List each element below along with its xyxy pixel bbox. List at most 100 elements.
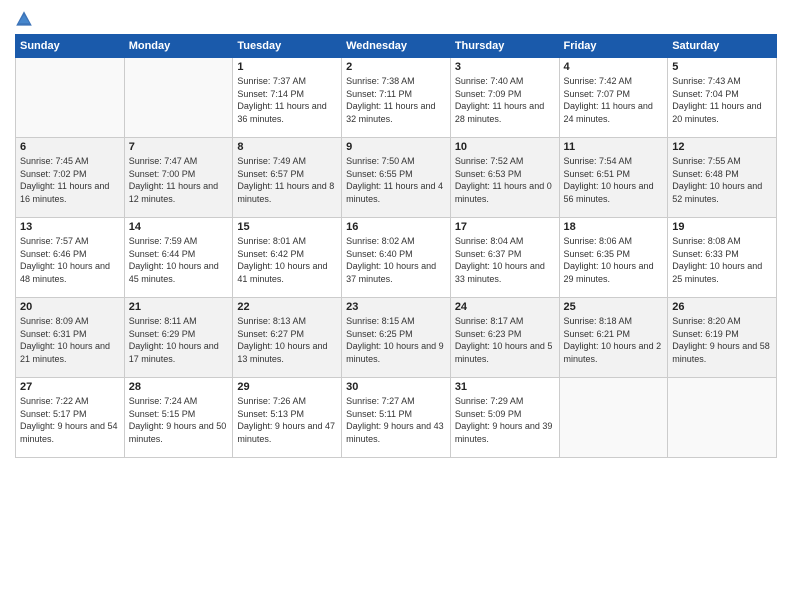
day-number: 14 (129, 221, 229, 233)
day-info: Sunrise: 8:11 AMSunset: 6:29 PMDaylight:… (129, 315, 229, 365)
calendar-cell: 30 Sunrise: 7:27 AMSunset: 5:11 PMDayligh… (342, 378, 451, 458)
day-number: 12 (672, 141, 772, 153)
day-info: Sunrise: 8:09 AMSunset: 6:31 PMDaylight:… (20, 315, 120, 365)
calendar-cell: 14 Sunrise: 7:59 AMSunset: 6:44 PMDayligh… (124, 218, 233, 298)
day-info: Sunrise: 7:55 AMSunset: 6:48 PMDaylight:… (672, 155, 772, 205)
day-number: 2 (346, 61, 446, 73)
calendar-table: SundayMondayTuesdayWednesdayThursdayFrid… (15, 34, 777, 458)
calendar-cell: 19 Sunrise: 8:08 AMSunset: 6:33 PMDayligh… (668, 218, 777, 298)
calendar-cell: 3 Sunrise: 7:40 AMSunset: 7:09 PMDaylight… (450, 58, 559, 138)
day-info: Sunrise: 7:22 AMSunset: 5:17 PMDaylight:… (20, 395, 120, 445)
day-number: 15 (237, 221, 337, 233)
day-info: Sunrise: 7:59 AMSunset: 6:44 PMDaylight:… (129, 235, 229, 285)
calendar-week-row: 1 Sunrise: 7:37 AMSunset: 7:14 PMDaylight… (16, 58, 777, 138)
day-header-wednesday: Wednesday (342, 35, 451, 58)
day-number: 31 (455, 381, 555, 393)
day-info: Sunrise: 8:18 AMSunset: 6:21 PMDaylight:… (564, 315, 664, 365)
day-number: 20 (20, 301, 120, 313)
day-info: Sunrise: 7:45 AMSunset: 7:02 PMDaylight:… (20, 155, 120, 205)
calendar-cell: 24 Sunrise: 8:17 AMSunset: 6:23 PMDayligh… (450, 298, 559, 378)
calendar-cell: 18 Sunrise: 8:06 AMSunset: 6:35 PMDayligh… (559, 218, 668, 298)
day-info: Sunrise: 8:01 AMSunset: 6:42 PMDaylight:… (237, 235, 337, 285)
calendar-cell: 10Sunrise: 7:52 AMSunset: 6:53 PMDayligh… (450, 138, 559, 218)
day-number: 19 (672, 221, 772, 233)
day-info: Sunrise: 8:20 AMSunset: 6:19 PMDaylight:… (672, 315, 772, 365)
day-info: Sunrise: 7:49 AMSunset: 6:57 PMDaylight:… (237, 155, 337, 205)
day-number: 6 (20, 141, 120, 153)
day-number: 11 (564, 141, 664, 153)
day-info: Sunrise: 8:02 AMSunset: 6:40 PMDaylight:… (346, 235, 446, 285)
day-number: 22 (237, 301, 337, 313)
day-info: Sunrise: 7:40 AMSunset: 7:09 PMDaylight:… (455, 75, 555, 125)
day-header-thursday: Thursday (450, 35, 559, 58)
header-section (15, 10, 777, 28)
day-number: 13 (20, 221, 120, 233)
day-number: 24 (455, 301, 555, 313)
day-info: Sunrise: 8:04 AMSunset: 6:37 PMDaylight:… (455, 235, 555, 285)
day-number: 7 (129, 141, 229, 153)
calendar-week-row: 27 Sunrise: 7:22 AMSunset: 5:17 PMDayligh… (16, 378, 777, 458)
calendar-cell: 5Sunrise: 7:43 AMSunset: 7:04 PMDaylight… (668, 58, 777, 138)
calendar-cell: 27 Sunrise: 7:22 AMSunset: 5:17 PMDayligh… (16, 378, 125, 458)
calendar-cell: 23Sunrise: 8:15 AMSunset: 6:25 PMDayligh… (342, 298, 451, 378)
calendar-cell (559, 378, 668, 458)
calendar-cell: 21 Sunrise: 8:11 AMSunset: 6:29 PMDayligh… (124, 298, 233, 378)
day-info: Sunrise: 7:24 AMSunset: 5:15 PMDaylight:… (129, 395, 229, 445)
day-info: Sunrise: 8:08 AMSunset: 6:33 PMDaylight:… (672, 235, 772, 285)
calendar-cell: 7 Sunrise: 7:47 AMSunset: 7:00 PMDaylight… (124, 138, 233, 218)
calendar-cell: 4Sunrise: 7:42 AMSunset: 7:07 PMDaylight… (559, 58, 668, 138)
calendar-cell: 2Sunrise: 7:38 AMSunset: 7:11 PMDaylight… (342, 58, 451, 138)
calendar-cell: 29 Sunrise: 7:26 AMSunset: 5:13 PMDayligh… (233, 378, 342, 458)
day-info: Sunrise: 7:47 AMSunset: 7:00 PMDaylight:… (129, 155, 229, 205)
day-info: Sunrise: 7:50 AMSunset: 6:55 PMDaylight:… (346, 155, 446, 205)
day-number: 3 (455, 61, 555, 73)
day-number: 26 (672, 301, 772, 313)
day-info: Sunrise: 7:42 AMSunset: 7:07 PMDaylight:… (564, 75, 664, 125)
calendar-cell: 25 Sunrise: 8:18 AMSunset: 6:21 PMDayligh… (559, 298, 668, 378)
calendar-cell: 1 Sunrise: 7:37 AMSunset: 7:14 PMDaylight… (233, 58, 342, 138)
calendar-cell: 12 Sunrise: 7:55 AMSunset: 6:48 PMDayligh… (668, 138, 777, 218)
calendar-cell: 8 Sunrise: 7:49 AMSunset: 6:57 PMDaylight… (233, 138, 342, 218)
day-header-tuesday: Tuesday (233, 35, 342, 58)
calendar-cell: 13Sunrise: 7:57 AMSunset: 6:46 PMDayligh… (16, 218, 125, 298)
calendar-week-row: 6 Sunrise: 7:45 AMSunset: 7:02 PMDaylight… (16, 138, 777, 218)
day-number: 18 (564, 221, 664, 233)
calendar-header-row: SundayMondayTuesdayWednesdayThursdayFrid… (16, 35, 777, 58)
day-info: Sunrise: 7:37 AMSunset: 7:14 PMDaylight:… (237, 75, 337, 125)
calendar-cell: 22 Sunrise: 8:13 AMSunset: 6:27 PMDayligh… (233, 298, 342, 378)
day-info: Sunrise: 8:06 AMSunset: 6:35 PMDaylight:… (564, 235, 664, 285)
day-number: 27 (20, 381, 120, 393)
day-info: Sunrise: 7:27 AMSunset: 5:11 PMDaylight:… (346, 395, 446, 445)
day-number: 8 (237, 141, 337, 153)
day-number: 17 (455, 221, 555, 233)
day-header-monday: Monday (124, 35, 233, 58)
day-info: Sunrise: 8:13 AMSunset: 6:27 PMDaylight:… (237, 315, 337, 365)
calendar-cell: 6 Sunrise: 7:45 AMSunset: 7:02 PMDaylight… (16, 138, 125, 218)
day-info: Sunrise: 7:26 AMSunset: 5:13 PMDaylight:… (237, 395, 337, 445)
calendar-cell: 20 Sunrise: 8:09 AMSunset: 6:31 PMDayligh… (16, 298, 125, 378)
day-header-friday: Friday (559, 35, 668, 58)
day-header-saturday: Saturday (668, 35, 777, 58)
day-number: 30 (346, 381, 446, 393)
calendar-cell: 9 Sunrise: 7:50 AMSunset: 6:55 PMDaylight… (342, 138, 451, 218)
calendar-cell: 17 Sunrise: 8:04 AMSunset: 6:37 PMDayligh… (450, 218, 559, 298)
logo-icon (15, 10, 33, 28)
calendar-week-row: 20 Sunrise: 8:09 AMSunset: 6:31 PMDayligh… (16, 298, 777, 378)
calendar-week-row: 13Sunrise: 7:57 AMSunset: 6:46 PMDayligh… (16, 218, 777, 298)
day-number: 28 (129, 381, 229, 393)
calendar-cell (124, 58, 233, 138)
day-info: Sunrise: 8:17 AMSunset: 6:23 PMDaylight:… (455, 315, 555, 365)
calendar-cell: 31Sunrise: 7:29 AMSunset: 5:09 PMDayligh… (450, 378, 559, 458)
calendar-cell: 26 Sunrise: 8:20 AMSunset: 6:19 PMDayligh… (668, 298, 777, 378)
day-number: 1 (237, 61, 337, 73)
day-number: 9 (346, 141, 446, 153)
day-header-sunday: Sunday (16, 35, 125, 58)
day-number: 29 (237, 381, 337, 393)
day-number: 16 (346, 221, 446, 233)
day-number: 5 (672, 61, 772, 73)
calendar-cell: 11Sunrise: 7:54 AMSunset: 6:51 PMDayligh… (559, 138, 668, 218)
day-info: Sunrise: 7:52 AMSunset: 6:53 PMDaylight:… (455, 155, 555, 205)
day-number: 25 (564, 301, 664, 313)
logo (15, 10, 35, 28)
day-number: 21 (129, 301, 229, 313)
